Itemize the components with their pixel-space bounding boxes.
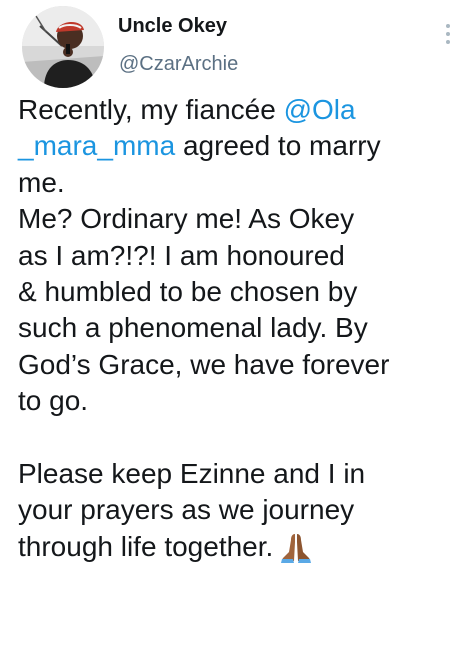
mention-link-continued[interactable]: _mara_mma [18, 130, 175, 161]
paragraph-break [18, 420, 458, 456]
tweet-card: Uncle Okey @CzarArchie Recently, my fian… [0, 0, 472, 653]
tweet-line-text: Recently, my fiancée [18, 94, 276, 125]
tweet-line: such a phenomenal lady. By [18, 312, 368, 344]
tweet-line-text: through life together. [18, 530, 274, 562]
avatar-image [22, 6, 104, 88]
more-options-icon[interactable] [443, 24, 453, 48]
tweet-line: as I am?!?! I am honoured [18, 239, 345, 271]
tweet-line: _mara_mma agreed to marry [18, 128, 458, 164]
tweet-line: through life together. [18, 529, 458, 565]
avatar[interactable] [22, 6, 104, 88]
tweet-text: Recently, my fiancée @Ola _mara_mma agre… [18, 92, 458, 565]
tweet-line: God’s Grace, we have forever [18, 348, 390, 380]
tweet-line: Me? Ordinary me! As Okey [18, 203, 355, 235]
tweet-line: Recently, my fiancée @Ola [18, 92, 458, 128]
tweet-line-text: agreed to marry [175, 130, 381, 162]
folded-hands-icon [279, 532, 313, 573]
tweet-line: & humbled to be chosen by [18, 275, 358, 307]
tweet-line: Please keep Ezinne and I in [18, 457, 366, 489]
display-name[interactable]: Uncle Okey [118, 15, 227, 38]
tweet-line: your prayers as we journey [18, 494, 355, 526]
tweet-line: to go. [18, 385, 89, 417]
tweet-line: me. [18, 166, 65, 198]
user-handle[interactable]: @CzarArchie [119, 53, 238, 76]
mention-link[interactable]: @Ola [284, 94, 356, 125]
